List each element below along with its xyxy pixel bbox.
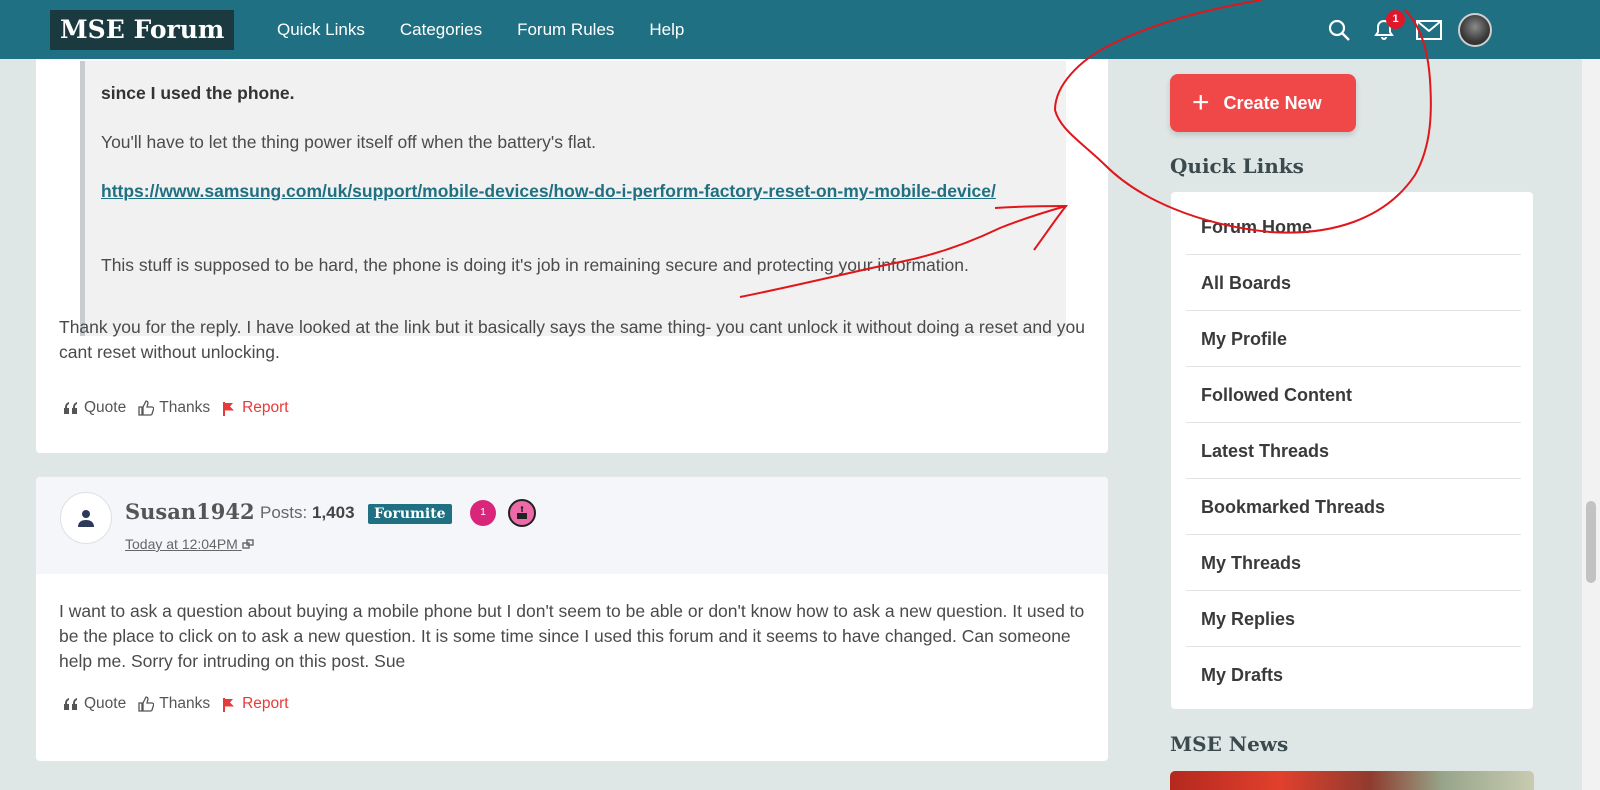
quote-label: Quote — [84, 695, 127, 712]
thanks-label: Thanks — [159, 695, 211, 712]
news-image[interactable] — [1170, 771, 1534, 790]
quote-text: You'll have to let the thing power itsel… — [101, 132, 597, 152]
nav-help[interactable]: Help — [649, 20, 684, 40]
quote-text: This stuff is supposed to be hard, the p… — [101, 255, 969, 275]
site-logo[interactable]: MSE Forum — [50, 10, 235, 50]
notification-count-badge: 1 — [1386, 9, 1405, 29]
flag-icon — [223, 401, 235, 416]
cake-icon — [508, 499, 536, 527]
person-icon — [78, 510, 94, 527]
quick-link-all-boards[interactable]: All Boards — [1186, 255, 1521, 311]
user-avatar[interactable] — [1458, 12, 1492, 47]
header-icons: 1 — [1309, 0, 1492, 59]
post-header: Susan1942 Posts: 1,403 Forumite 1 Today … — [36, 477, 1108, 574]
post-timestamp[interactable]: Today at 12:04PM — [125, 536, 254, 552]
quote-label: Quote — [84, 399, 127, 416]
quick-link-latest-threads[interactable]: Latest Threads — [1186, 423, 1521, 479]
quick-link-forum-home[interactable]: Forum Home — [1186, 199, 1521, 255]
posts-count: 1,403 — [311, 503, 355, 522]
quick-links-title: Quick Links — [1170, 154, 1304, 178]
post-actions: Quote Thanks Report — [64, 695, 301, 713]
top-navigation-bar: MSE Forum Quick Links Categories Forum R… — [0, 0, 1600, 59]
quick-link-my-drafts[interactable]: My Drafts — [1186, 647, 1521, 703]
envelope-icon[interactable] — [1414, 15, 1444, 45]
search-icon[interactable] — [1324, 15, 1354, 45]
report-button[interactable]: Report — [222, 695, 289, 713]
post-body: Thank you for the reply. I have looked a… — [59, 317, 1085, 362]
thanks-button[interactable]: Thanks — [138, 399, 210, 417]
thanks-button[interactable]: Thanks — [138, 695, 210, 713]
report-button[interactable]: Report — [222, 399, 289, 417]
create-new-button[interactable]: + Create New — [1170, 74, 1356, 132]
quick-link-my-profile[interactable]: My Profile — [1186, 311, 1521, 367]
thanks-label: Thanks — [159, 399, 211, 416]
scrollbar-thumb[interactable] — [1586, 501, 1596, 583]
quick-link-bookmarked-threads[interactable]: Bookmarked Threads — [1186, 479, 1521, 535]
posts-label: Posts: — [260, 503, 308, 522]
report-label: Report — [242, 695, 289, 712]
nav-categories[interactable]: Categories — [400, 20, 482, 40]
page-scrollbar[interactable] — [1582, 59, 1600, 790]
mse-news-title: MSE News — [1170, 732, 1289, 756]
user-avatar[interactable] — [60, 492, 112, 544]
level-badge: 1 — [470, 500, 496, 526]
timestamp-text: Today at 12:04PM — [125, 536, 238, 552]
quick-links-panel: Forum Home All Boards My Profile Followe… — [1170, 191, 1534, 710]
quick-link-my-replies[interactable]: My Replies — [1186, 591, 1521, 647]
notifications-button[interactable]: 1 — [1369, 9, 1405, 45]
post-count: Posts: 1,403 — [260, 503, 355, 523]
nav-forum-rules[interactable]: Forum Rules — [517, 20, 614, 40]
report-label: Report — [242, 399, 289, 416]
quote-button[interactable]: Quote — [64, 399, 126, 417]
thumbs-up-icon — [138, 696, 155, 712]
post-card: since I used the phone. You'll have to l… — [35, 40, 1109, 454]
flag-icon — [223, 697, 235, 712]
quote-bold-line: since I used the phone. — [101, 83, 295, 103]
post-actions: Quote Thanks Report — [64, 399, 301, 417]
plus-icon: + — [1192, 86, 1210, 119]
quote-button[interactable]: Quote — [64, 695, 126, 713]
rank-badge: Forumite — [368, 504, 452, 524]
main-nav: Quick Links Categories Forum Rules Help — [277, 0, 719, 59]
quick-link-followed-content[interactable]: Followed Content — [1186, 367, 1521, 423]
quote-icon — [64, 402, 77, 414]
link-icon — [242, 539, 254, 549]
quote-icon — [64, 698, 77, 710]
create-new-label: Create New — [1223, 92, 1322, 113]
username[interactable]: Susan1942 — [125, 499, 255, 524]
nav-quick-links[interactable]: Quick Links — [277, 20, 365, 40]
post-body: I want to ask a question about buying a … — [59, 601, 1085, 671]
post-card: Susan1942 Posts: 1,403 Forumite 1 Today … — [35, 476, 1109, 762]
quote-block: since I used the phone. You'll have to l… — [80, 61, 1066, 336]
quote-link[interactable]: https://www.samsung.com/uk/support/mobil… — [101, 179, 1036, 204]
quick-link-my-threads[interactable]: My Threads — [1186, 535, 1521, 591]
thumbs-up-icon — [138, 400, 155, 416]
